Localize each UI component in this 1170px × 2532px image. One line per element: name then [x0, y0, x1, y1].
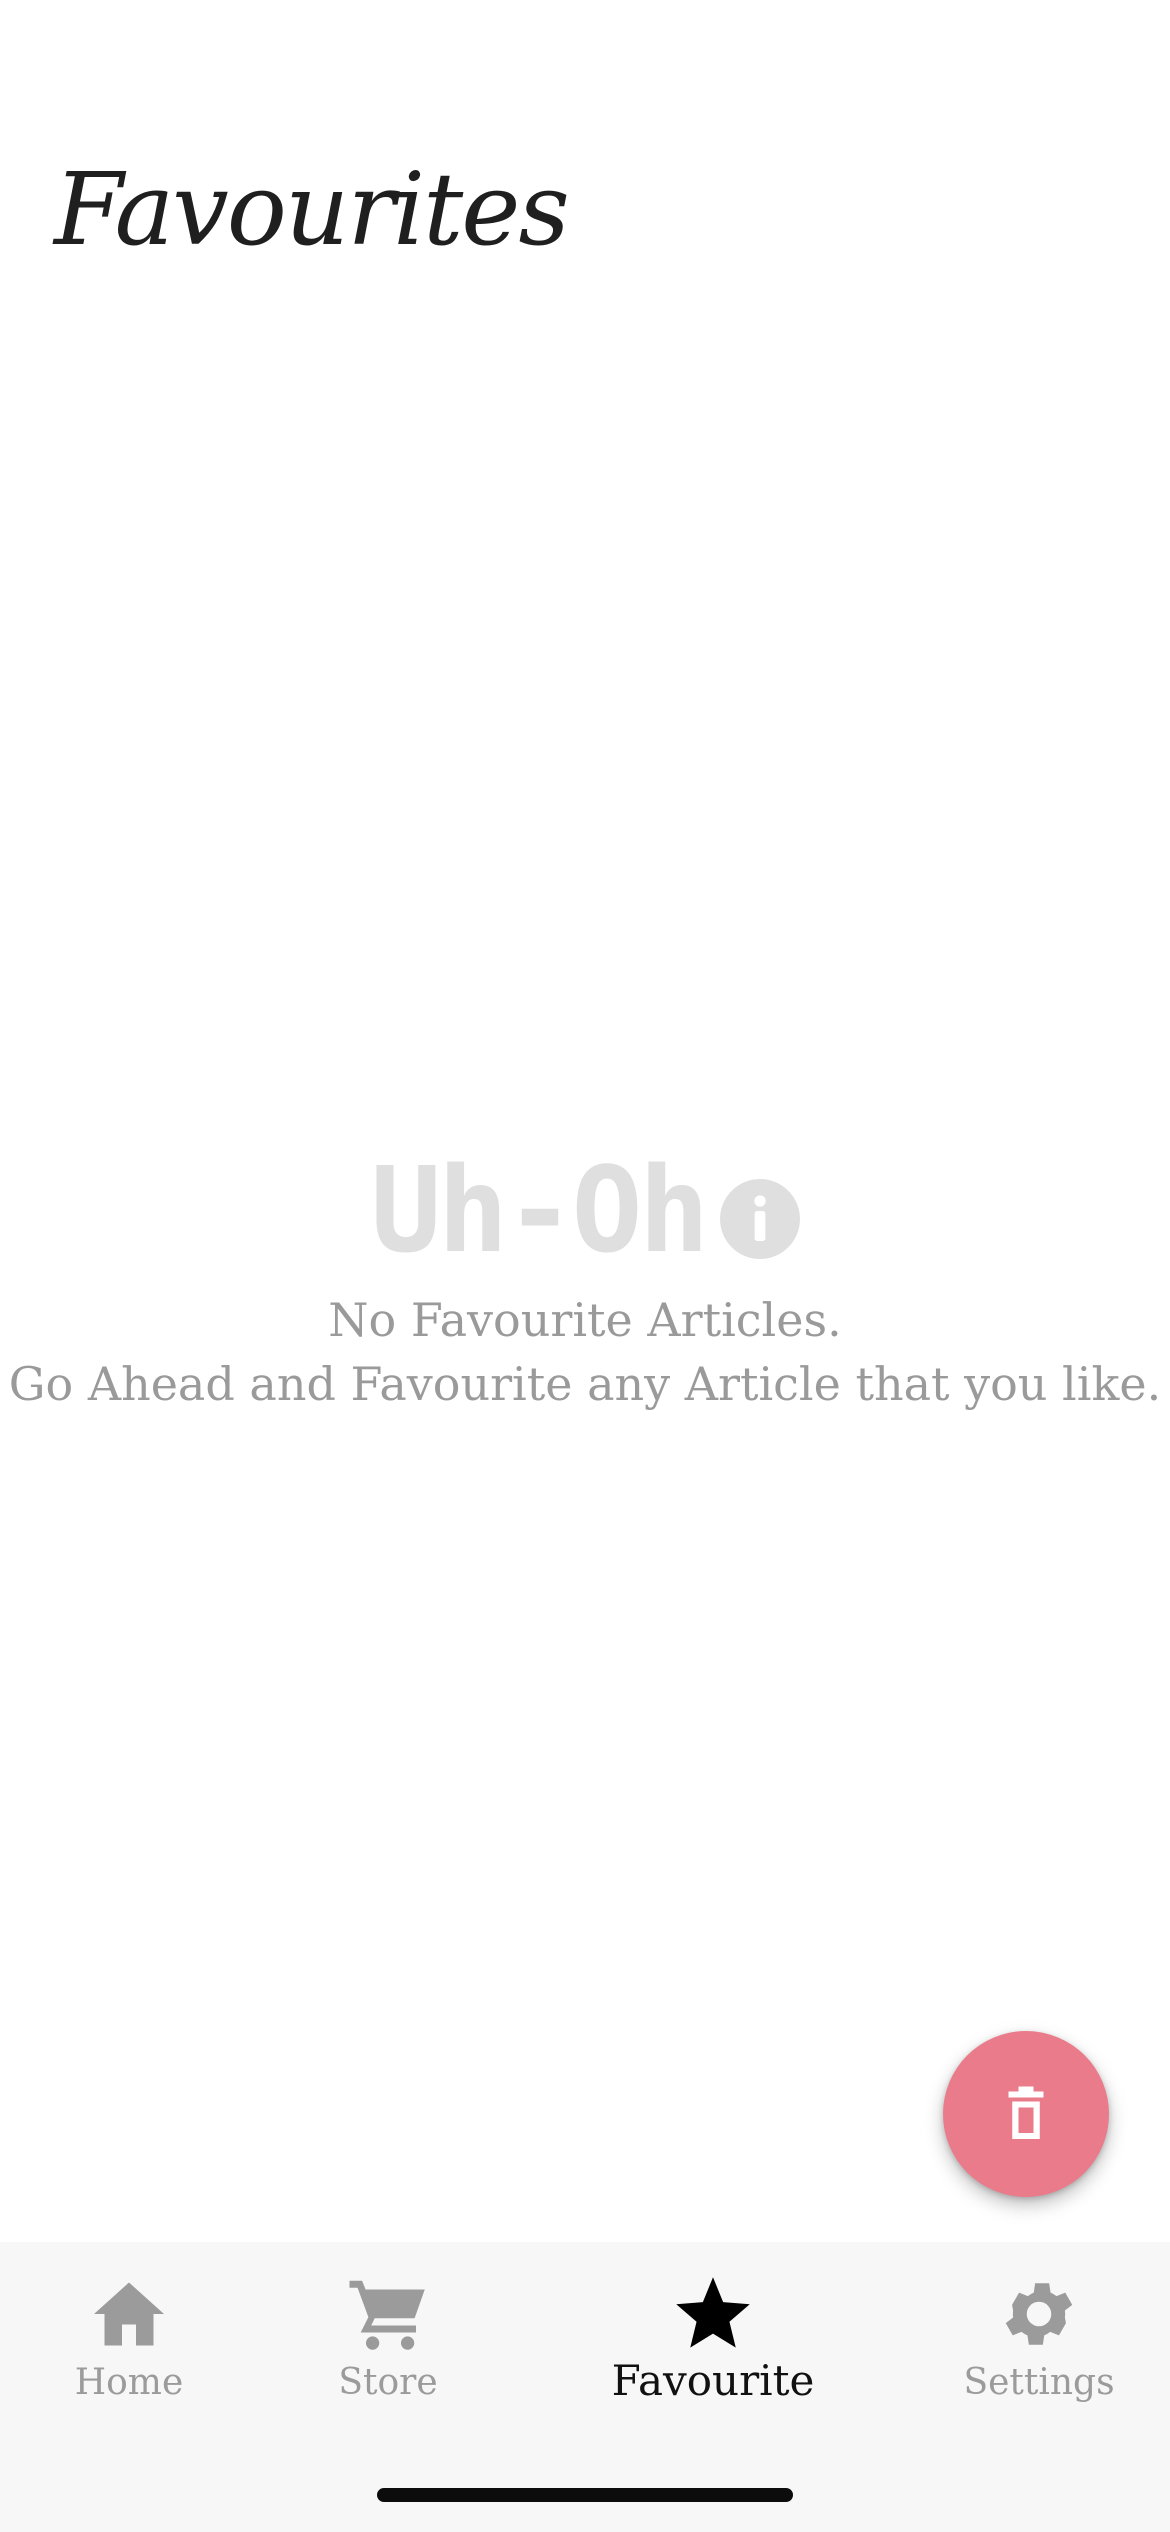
home-icon — [94, 2282, 164, 2346]
empty-state: Uh-Oh No Favourite Articles. Go Ahead an… — [0, 1140, 1170, 1416]
gear-icon — [1005, 2283, 1073, 2345]
nav-label-home: Home — [74, 2362, 184, 2403]
empty-heading: Uh-Oh — [370, 1140, 800, 1280]
star-icon — [676, 2277, 750, 2348]
nav-label-store: Store — [338, 2362, 438, 2403]
empty-message-line-2: Go Ahead and Favourite any Article that … — [8, 1357, 1162, 1411]
nav-label-favourite: Favourite — [611, 2356, 815, 2405]
nav-item-favourite[interactable]: Favourite — [603, 2272, 823, 2406]
empty-heading-text: Uh-Oh — [370, 1141, 709, 1279]
nav-item-settings[interactable]: Settings — [929, 2272, 1149, 2408]
delete-all-button[interactable] — [943, 2031, 1109, 2197]
nav-item-store[interactable]: Store — [278, 2272, 498, 2408]
cart-icon — [349, 2280, 425, 2350]
page-title: Favourites — [54, 151, 570, 268]
info-circle-icon — [719, 1179, 800, 1259]
home-indicator[interactable] — [377, 2488, 793, 2502]
nav-item-home[interactable]: Home — [19, 2272, 239, 2408]
trash-icon — [1008, 2086, 1044, 2139]
empty-message-line-1: No Favourite Articles. — [328, 1293, 842, 1347]
nav-label-settings: Settings — [963, 2362, 1115, 2403]
